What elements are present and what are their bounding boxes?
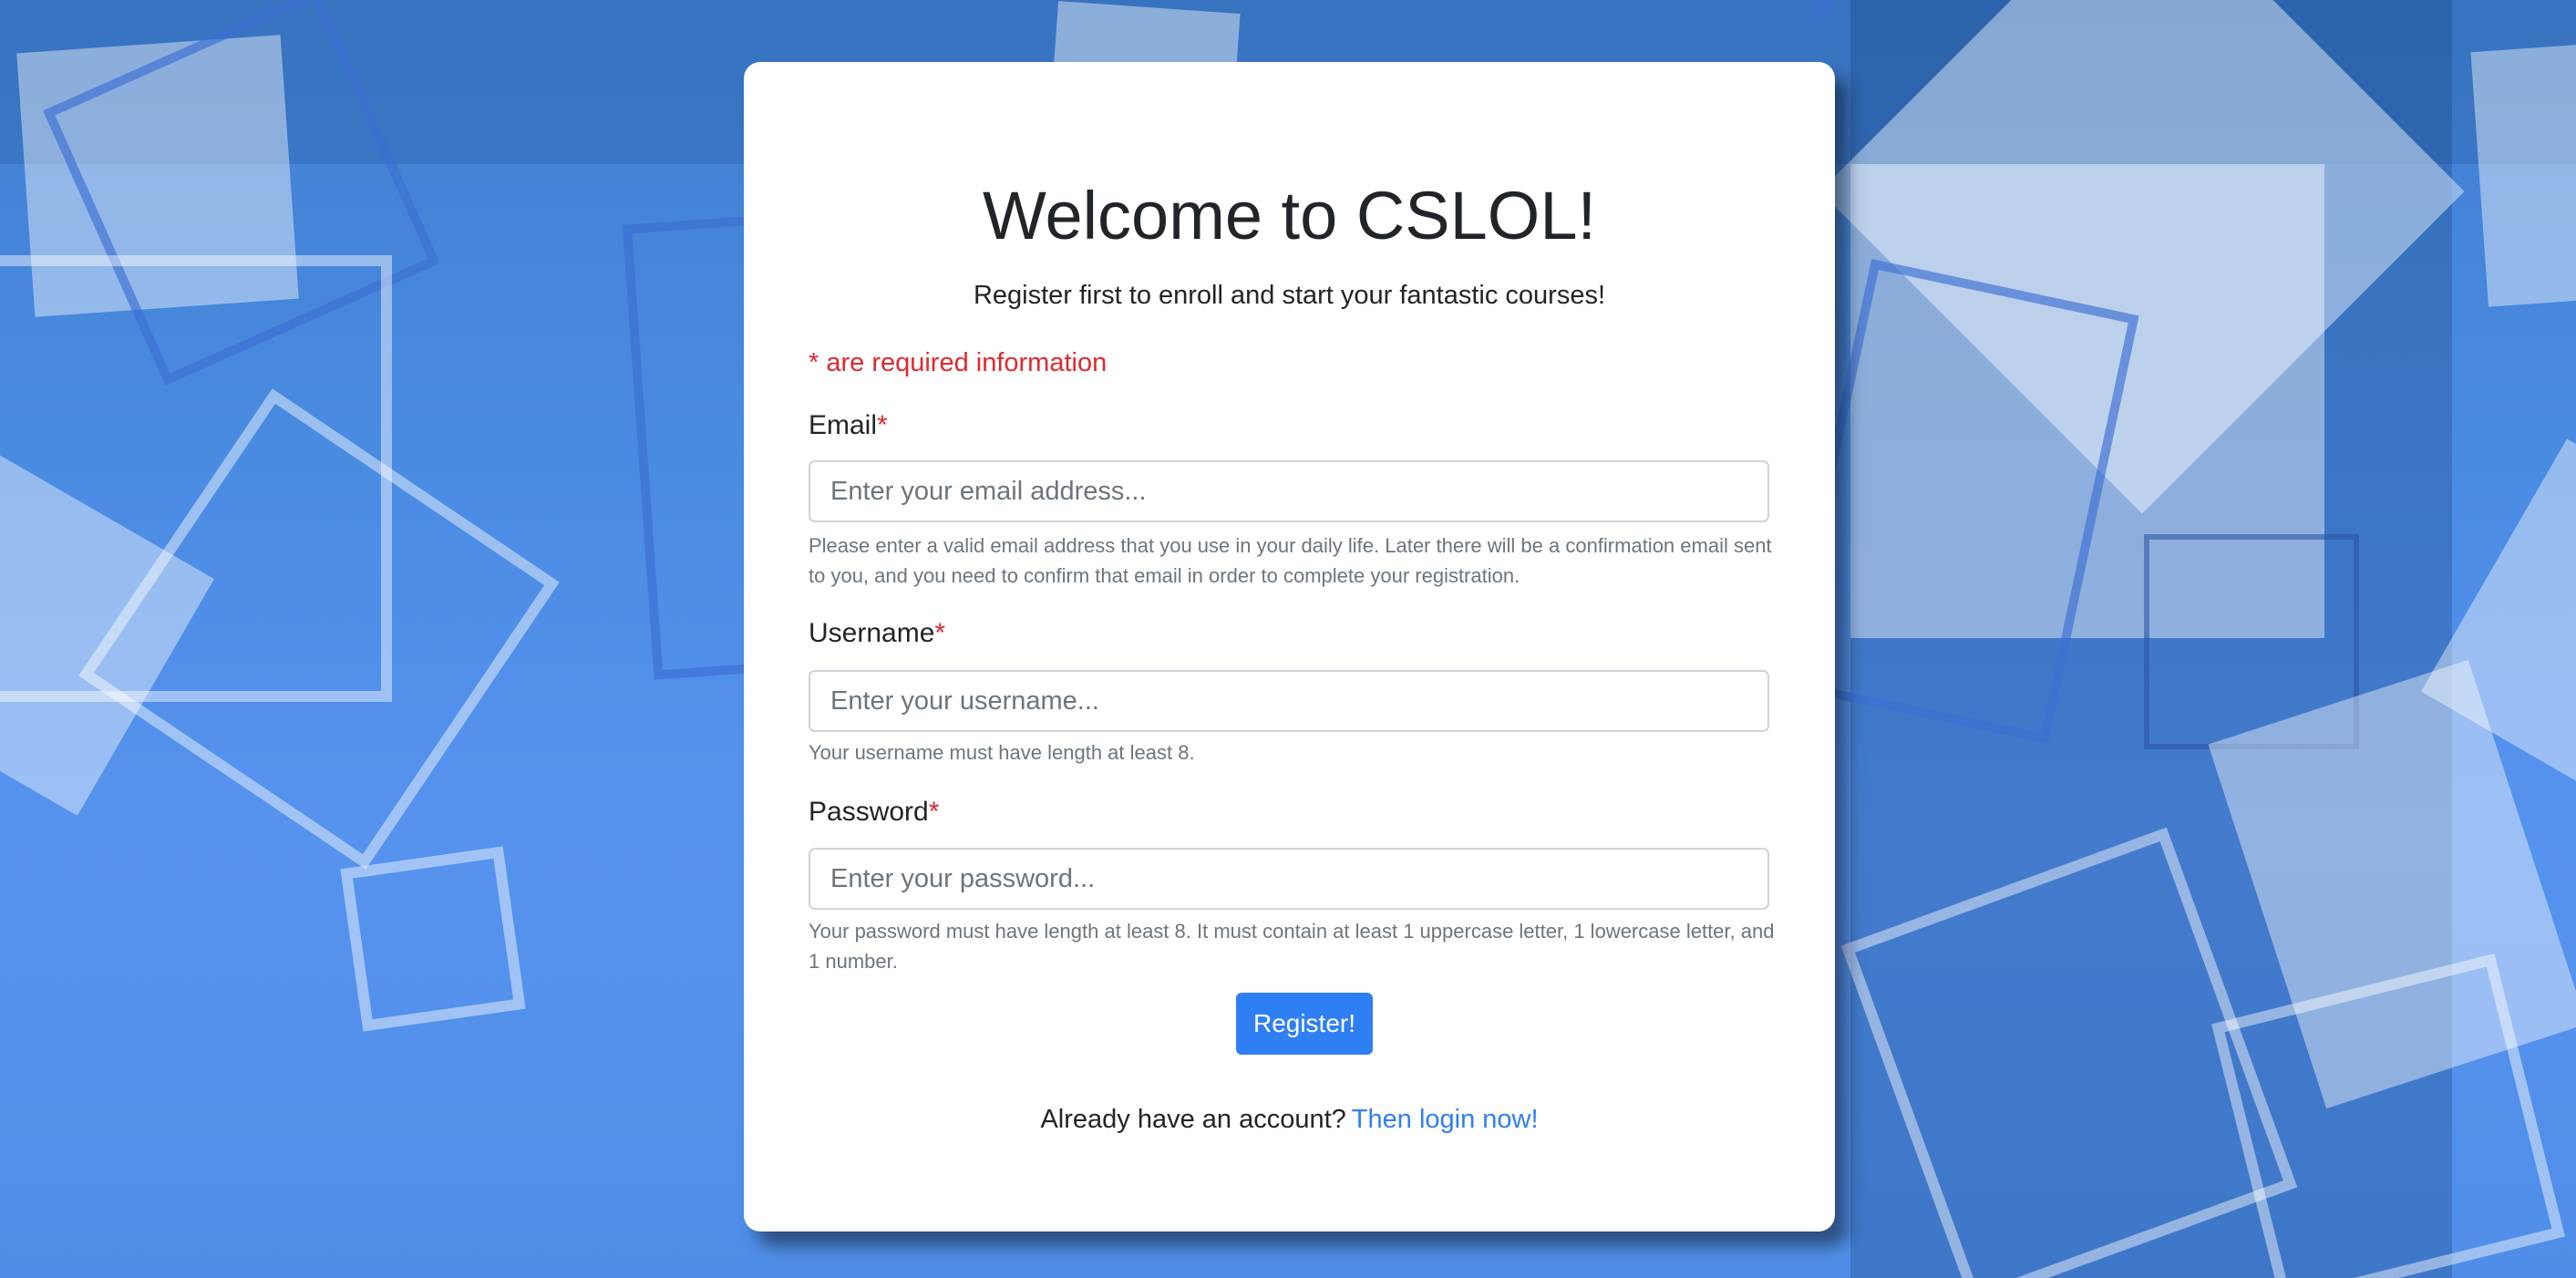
login-prompt-text: Already have an account? xyxy=(1040,1105,1346,1134)
required-marker: * xyxy=(877,410,888,440)
email-label: Email* xyxy=(809,410,888,441)
page-title: Welcome to CSLOL! xyxy=(982,178,1597,253)
required-marker: * xyxy=(928,797,940,827)
background-square xyxy=(1814,0,1832,18)
background-square xyxy=(340,846,526,1032)
email-help-text: Please enter a valid email address that … xyxy=(809,534,1772,587)
email-field[interactable] xyxy=(809,460,1769,522)
register-button[interactable]: Register! xyxy=(1236,993,1373,1055)
username-help-text: Your username must have length at least … xyxy=(809,741,1195,764)
login-prompt: Already have an account? Then login now! xyxy=(744,1105,1835,1135)
page-subtitle: Register first to enroll and start your … xyxy=(973,281,1606,310)
username-field[interactable] xyxy=(809,670,1769,732)
login-link[interactable]: Then login now! xyxy=(1352,1105,1539,1134)
password-field[interactable] xyxy=(809,848,1769,910)
email-label-text: Email xyxy=(809,410,878,440)
registration-card: Welcome to CSLOL! Register first to enro… xyxy=(744,62,1835,1232)
password-label: Password* xyxy=(809,797,939,828)
required-marker: * xyxy=(934,618,946,648)
background-square xyxy=(2470,39,2576,307)
password-help-text: Your password must have length at least … xyxy=(809,920,1775,973)
required-info-note: * are required information xyxy=(809,348,1108,377)
password-label-text: Password xyxy=(809,797,929,827)
username-label: Username* xyxy=(809,618,945,649)
username-label-text: Username xyxy=(809,618,935,648)
